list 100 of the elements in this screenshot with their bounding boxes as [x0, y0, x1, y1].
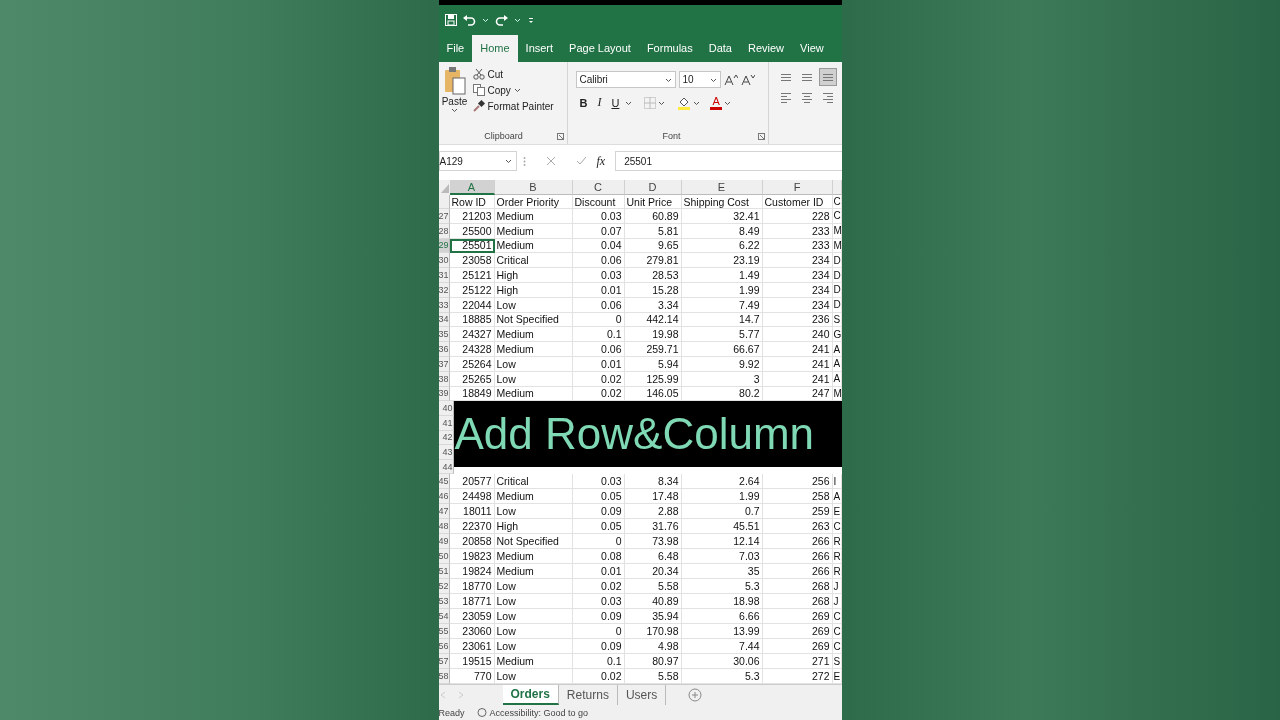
name-box[interactable]: A129 — [438, 151, 517, 171]
table-cell: 6.48 — [624, 549, 682, 565]
row-number[interactable] — [438, 195, 450, 209]
table-cell: 18.98 — [681, 594, 763, 610]
ribbon-tab[interactable]: Home — [472, 35, 518, 62]
row-number[interactable]: 35 — [438, 327, 450, 343]
ribbon-tab[interactable]: Insert — [517, 35, 562, 62]
row-number[interactable]: 33 — [438, 297, 450, 313]
sheet-tab[interactable]: Orders — [502, 685, 559, 706]
ribbon-tab[interactable]: Data — [700, 35, 740, 62]
table-cell: 40.89 — [624, 594, 682, 610]
table-cell: Medium — [494, 489, 573, 505]
status-text[interactable]: Accessibility: Good to go — [489, 707, 589, 718]
table-cell: Low — [494, 371, 573, 387]
row-number[interactable]: 54 — [438, 609, 450, 625]
row-number[interactable]: 31 — [438, 268, 450, 283]
row-number[interactable]: 36 — [438, 342, 450, 357]
table-cell: 233 — [762, 223, 833, 239]
row-number[interactable]: 56 — [438, 639, 450, 655]
table-cell: A — [832, 489, 842, 505]
table-cell: 269 — [762, 609, 833, 625]
row-number[interactable]: 37 — [438, 356, 450, 372]
row-number[interactable]: 39 — [438, 386, 450, 402]
row-number[interactable]: 30 — [438, 253, 450, 269]
row-number[interactable]: 46 — [438, 489, 450, 505]
ribbon-tab[interactable]: Formulas — [638, 35, 701, 62]
row-number[interactable]: 49 — [438, 534, 450, 550]
row-number[interactable]: 40 — [438, 401, 454, 416]
ribbon-tab[interactable]: Review — [739, 35, 793, 62]
row-number[interactable]: 38 — [438, 371, 450, 387]
table-cell: R — [832, 564, 842, 580]
table-cell: 9.65 — [624, 238, 682, 254]
ribbon-tab[interactable]: View — [792, 35, 832, 62]
bold-button[interactable]: B — [575, 96, 592, 109]
row-number[interactable]: 43 — [438, 445, 454, 460]
row-number[interactable]: 28 — [438, 223, 450, 239]
format-painter-button[interactable]: Format Painter — [487, 100, 554, 112]
row-number[interactable]: 32 — [438, 283, 450, 298]
underline-button[interactable]: U — [607, 96, 624, 109]
table-cell: 0.1 — [572, 327, 625, 343]
table-cell: M — [832, 238, 842, 254]
row-number[interactable]: 45 — [438, 474, 450, 490]
table-cell: 256 — [762, 474, 833, 490]
font-name-field[interactable]: Calibri — [575, 71, 676, 88]
row-number[interactable]: 34 — [438, 312, 450, 328]
table-cell: 20.34 — [624, 564, 682, 580]
font-color-button[interactable]: A — [710, 95, 722, 110]
row-number[interactable]: 58 — [438, 669, 450, 685]
align-button[interactable] — [818, 68, 837, 86]
font-size-field[interactable]: 10 — [678, 71, 721, 88]
table-cell: 23058 — [449, 253, 495, 269]
table-cell: Low — [494, 639, 573, 655]
row-number[interactable]: 50 — [438, 549, 450, 565]
table-cell: 0.03 — [572, 209, 625, 224]
align-lines-icon — [801, 73, 812, 81]
row-number[interactable]: 55 — [438, 624, 450, 640]
table-cell: Low — [494, 297, 573, 313]
column-header[interactable]: E — [681, 180, 763, 195]
add-sheet-button[interactable] — [688, 688, 703, 703]
table-cell: J — [832, 579, 842, 595]
table-cell: Medium — [494, 549, 573, 565]
table-cell: G — [832, 327, 842, 343]
column-header[interactable]: C — [572, 180, 625, 195]
row-number[interactable]: 52 — [438, 579, 450, 595]
table-cell: 234 — [762, 268, 833, 283]
row-number[interactable]: 29 — [438, 238, 450, 254]
scroll-right-icon — [456, 691, 465, 700]
table-cell: 258 — [762, 489, 833, 505]
column-header[interactable]: B — [494, 180, 573, 195]
table-cell: 0.08 — [572, 549, 625, 565]
table-cell: 23059 — [449, 609, 495, 625]
table-cell: 28.53 — [624, 268, 682, 283]
ribbon-tab[interactable]: Page Layout — [561, 35, 639, 62]
table-cell: 0.02 — [572, 371, 625, 387]
table-cell: 22370 — [449, 519, 495, 535]
row-number[interactable]: 48 — [438, 519, 450, 535]
row-number[interactable]: 51 — [438, 564, 450, 580]
table-cell: 0 — [572, 312, 625, 328]
shrink-font-icon — [740, 73, 755, 86]
column-header[interactable]: A — [449, 180, 495, 195]
paste-label[interactable]: Paste — [441, 96, 468, 107]
row-number[interactable]: 47 — [438, 504, 450, 520]
column-header[interactable]: D — [624, 180, 682, 195]
italic-button[interactable]: I — [593, 95, 606, 110]
caret-icon — [504, 158, 512, 164]
row-number[interactable]: 27 — [438, 209, 450, 224]
table-cell: 0.01 — [572, 356, 625, 372]
cut-button[interactable]: Cut — [487, 68, 504, 80]
formula-field[interactable]: 25501 — [615, 151, 842, 171]
row-number[interactable]: 53 — [438, 594, 450, 610]
table-cell: Medium — [494, 223, 573, 239]
ribbon-tab[interactable]: File — [438, 35, 473, 62]
row-number[interactable]: 57 — [438, 654, 450, 670]
table-cell: A — [832, 342, 842, 357]
table-cell: 25500 — [449, 223, 495, 239]
table-cell: 234 — [762, 297, 833, 313]
copy-button[interactable]: Copy — [487, 84, 511, 96]
column-header[interactable]: F — [762, 180, 833, 195]
insert-function-button[interactable]: fx — [592, 153, 610, 169]
table-cell: 8.34 — [624, 474, 682, 490]
